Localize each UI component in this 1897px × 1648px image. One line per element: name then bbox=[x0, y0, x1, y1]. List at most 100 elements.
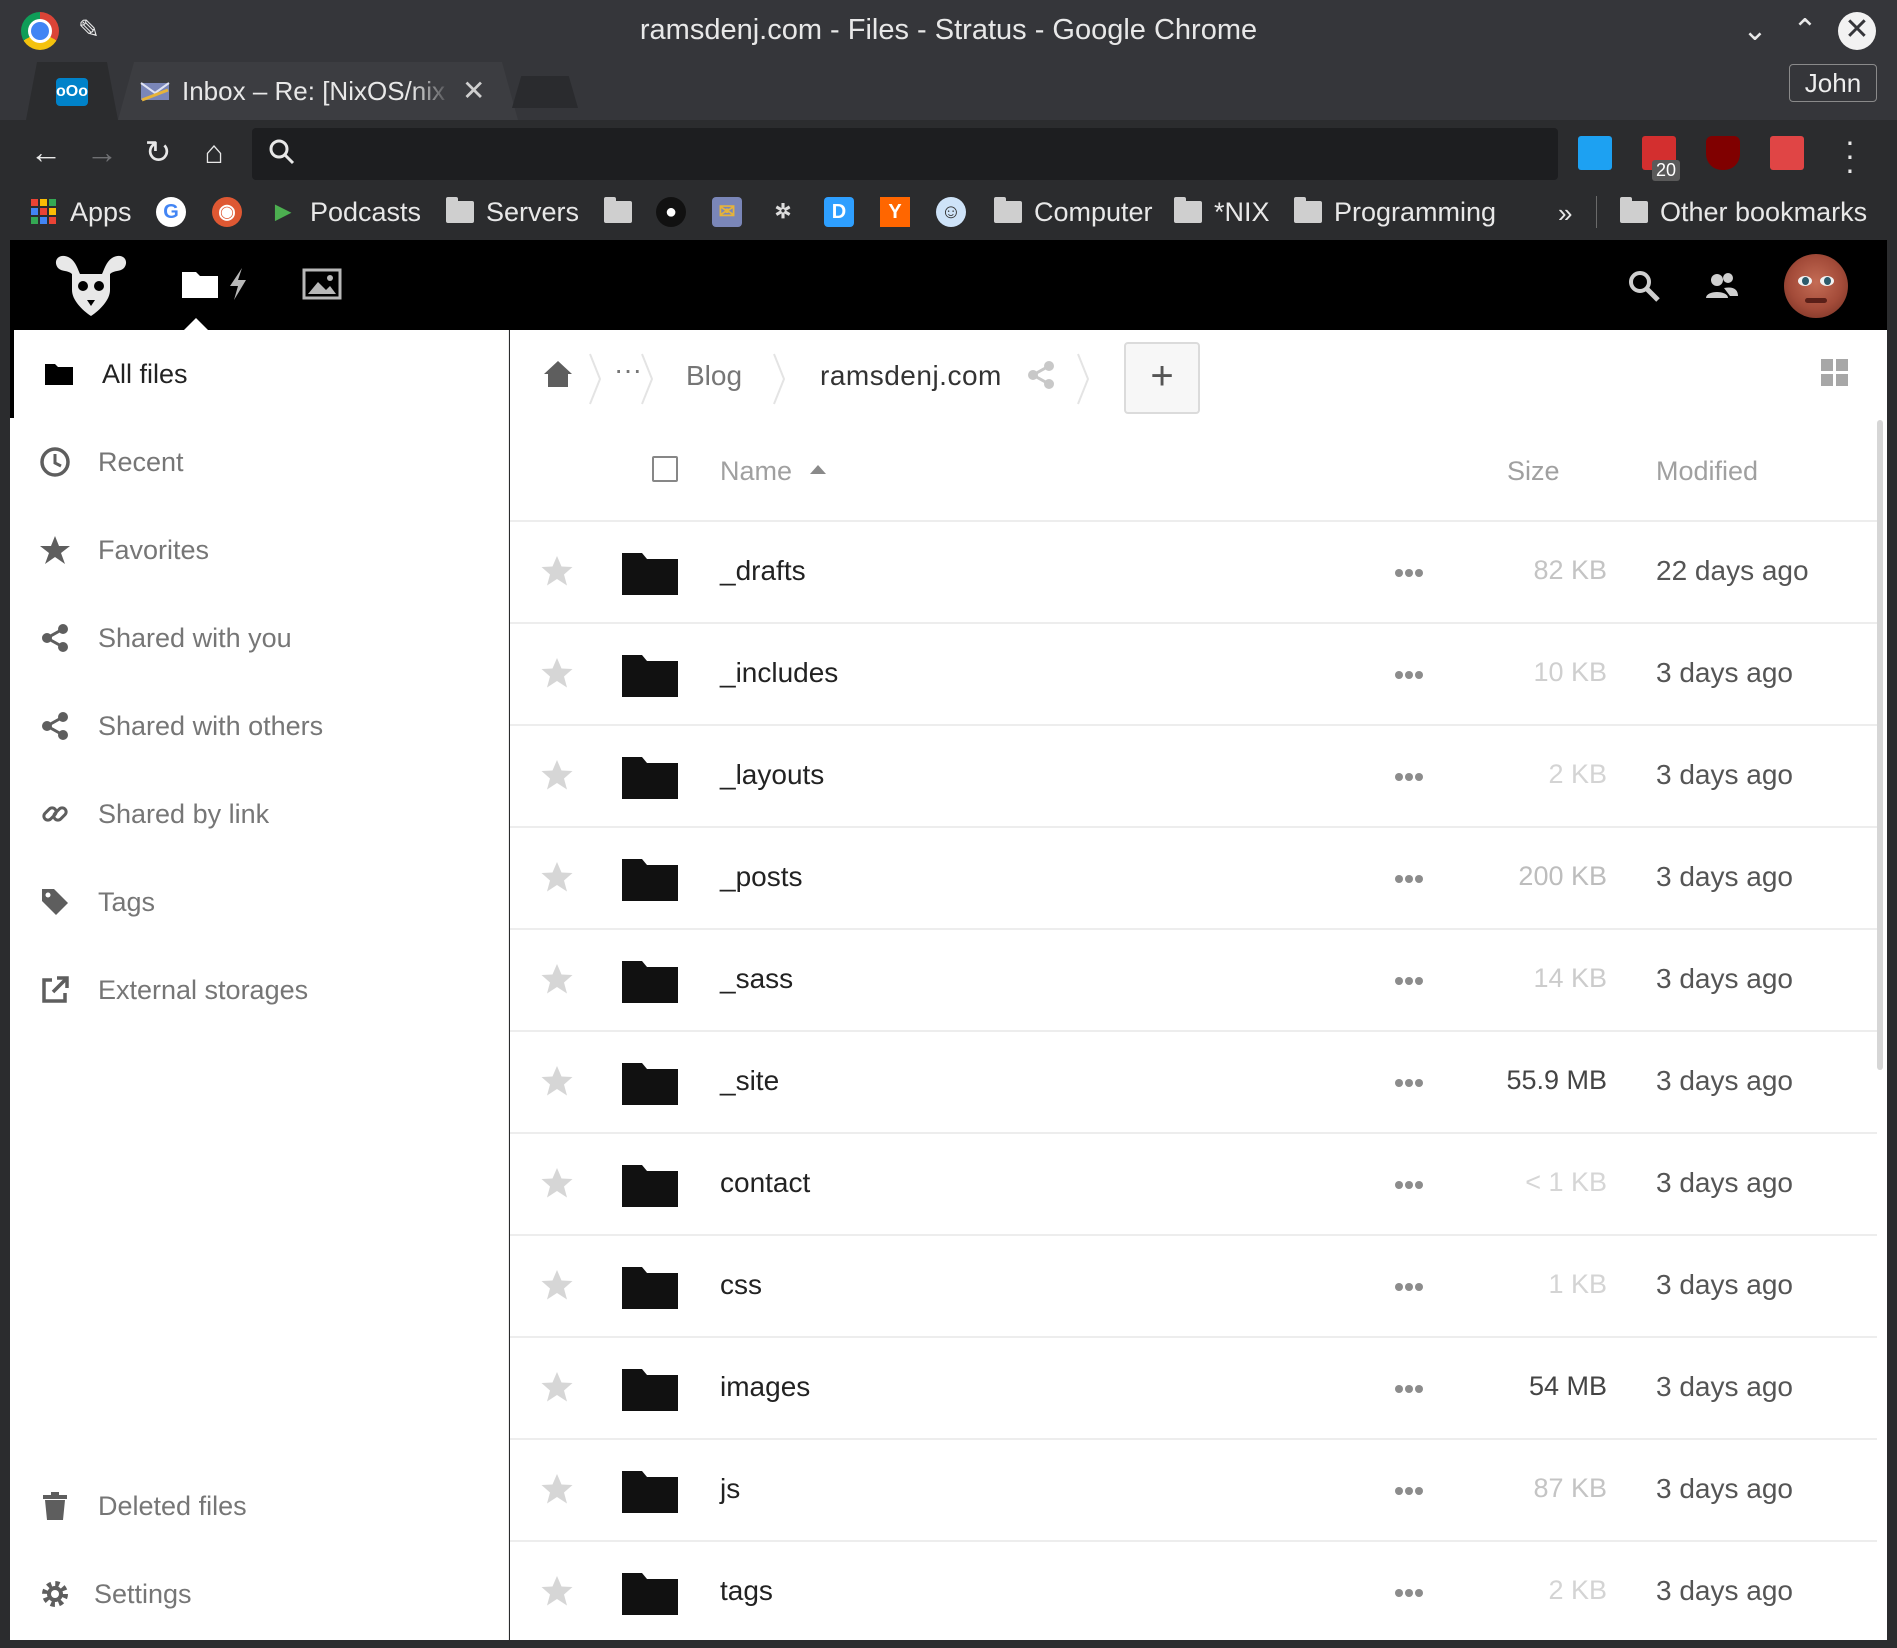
file-name[interactable]: images bbox=[720, 1371, 810, 1403]
search-icon[interactable] bbox=[1626, 268, 1662, 304]
nav-shared-with-you[interactable]: Shared with you bbox=[10, 594, 509, 682]
file-actions-menu-icon[interactable] bbox=[1394, 764, 1424, 790]
file-actions-menu-icon[interactable] bbox=[1394, 662, 1424, 688]
ram-skull-logo-icon[interactable] bbox=[50, 250, 132, 320]
favorite-star-icon[interactable] bbox=[540, 860, 574, 894]
favorite-star-icon[interactable] bbox=[540, 1574, 574, 1608]
file-name[interactable]: css bbox=[720, 1269, 762, 1301]
file-name[interactable]: js bbox=[720, 1473, 740, 1505]
file-name[interactable]: _includes bbox=[720, 657, 838, 689]
grid-view-icon[interactable] bbox=[1820, 358, 1850, 388]
column-header-modified[interactable]: Modified bbox=[1656, 456, 1758, 487]
user-avatar[interactable] bbox=[1784, 254, 1848, 318]
table-row[interactable]: tags 2 KB 3 days ago bbox=[510, 1542, 1877, 1644]
table-row[interactable]: css 1 KB 3 days ago bbox=[510, 1236, 1877, 1338]
favorite-star-icon[interactable] bbox=[540, 656, 574, 690]
close-window-icon[interactable]: ✕ bbox=[1838, 12, 1876, 50]
table-row[interactable]: _drafts 82 KB 22 days ago bbox=[510, 522, 1877, 624]
gallery-app-icon[interactable] bbox=[300, 264, 344, 304]
file-actions-menu-icon[interactable] bbox=[1394, 560, 1424, 586]
breadcrumb-ellipsis[interactable]: ··· bbox=[614, 354, 642, 386]
favorite-star-icon[interactable] bbox=[540, 962, 574, 996]
table-row[interactable]: _site 55.9 MB 3 days ago bbox=[510, 1032, 1877, 1134]
nav-recent[interactable]: Recent bbox=[10, 418, 509, 506]
back-icon[interactable]: ← bbox=[26, 132, 66, 172]
bookmark-disqus[interactable]: D bbox=[824, 194, 854, 230]
contacts-icon[interactable] bbox=[1704, 268, 1740, 304]
nav-shared-with-others[interactable]: Shared with others bbox=[10, 682, 509, 770]
file-name[interactable]: contact bbox=[720, 1167, 810, 1199]
file-name[interactable]: tags bbox=[720, 1575, 773, 1607]
maximize-icon[interactable]: ⌃ bbox=[1786, 12, 1824, 50]
file-actions-menu-icon[interactable] bbox=[1394, 1274, 1424, 1300]
file-name[interactable]: _layouts bbox=[720, 759, 824, 791]
file-actions-menu-icon[interactable] bbox=[1394, 1376, 1424, 1402]
favorite-star-icon[interactable] bbox=[540, 758, 574, 792]
table-row[interactable]: images 54 MB 3 days ago bbox=[510, 1338, 1877, 1440]
bookmark-reddit[interactable]: ☺ bbox=[936, 194, 966, 230]
nav-tags[interactable]: Tags bbox=[10, 858, 509, 946]
bookmark-folder[interactable] bbox=[604, 194, 644, 230]
tab-close-icon[interactable]: ✕ bbox=[462, 74, 485, 107]
more-bookmarks-button[interactable]: » bbox=[1558, 198, 1572, 229]
nav-deleted-files[interactable]: Deleted files bbox=[10, 1462, 509, 1550]
favorite-star-icon[interactable] bbox=[540, 1268, 574, 1302]
select-all-checkbox[interactable] bbox=[652, 456, 678, 482]
bookmark-other[interactable]: Other bookmarks bbox=[1620, 194, 1867, 230]
minimize-icon[interactable]: ⌄ bbox=[1736, 12, 1774, 50]
bookmark-computer[interactable]: Computer bbox=[994, 194, 1153, 230]
nav-all-files[interactable]: All files bbox=[10, 330, 509, 418]
bookmark-github[interactable]: ● bbox=[656, 194, 686, 230]
pdf-extension-icon[interactable] bbox=[1770, 136, 1804, 170]
table-row[interactable]: _sass 14 KB 3 days ago bbox=[510, 930, 1877, 1032]
file-name[interactable]: _drafts bbox=[720, 555, 806, 587]
table-row[interactable]: contact < 1 KB 3 days ago bbox=[510, 1134, 1877, 1236]
table-row[interactable]: js 87 KB 3 days ago bbox=[510, 1440, 1877, 1542]
bookmark-ram[interactable]: ✲ bbox=[768, 194, 798, 230]
scrollbar[interactable] bbox=[1877, 420, 1883, 1070]
bookmark-google[interactable]: G bbox=[156, 194, 186, 230]
column-header-name[interactable]: Name bbox=[720, 456, 827, 487]
nav-shared-by-link[interactable]: Shared by link bbox=[10, 770, 509, 858]
activity-app-icon[interactable] bbox=[216, 264, 260, 304]
favorite-star-icon[interactable] bbox=[540, 554, 574, 588]
new-tab-button[interactable] bbox=[512, 76, 578, 108]
table-row[interactable]: _layouts 2 KB 3 days ago bbox=[510, 726, 1877, 828]
bookmark-servers[interactable]: Servers bbox=[446, 194, 579, 230]
nav-settings[interactable]: Settings bbox=[10, 1550, 509, 1638]
bookmark-duckduckgo[interactable]: ◉ bbox=[212, 194, 242, 230]
bookmark-programming[interactable]: Programming bbox=[1294, 194, 1496, 230]
favorite-star-icon[interactable] bbox=[540, 1472, 574, 1506]
reload-icon[interactable]: ↻ bbox=[138, 132, 178, 172]
file-actions-menu-icon[interactable] bbox=[1394, 1580, 1424, 1606]
profile-button[interactable]: John bbox=[1789, 64, 1877, 102]
file-actions-menu-icon[interactable] bbox=[1394, 1478, 1424, 1504]
file-actions-menu-icon[interactable] bbox=[1394, 968, 1424, 994]
file-actions-menu-icon[interactable] bbox=[1394, 866, 1424, 892]
ublock-icon[interactable] bbox=[1706, 136, 1740, 170]
file-name[interactable]: _sass bbox=[720, 963, 793, 995]
file-actions-menu-icon[interactable] bbox=[1394, 1070, 1424, 1096]
favorite-star-icon[interactable] bbox=[540, 1370, 574, 1404]
forward-icon[interactable]: → bbox=[82, 132, 122, 172]
breadcrumb-blog[interactable]: Blog bbox=[686, 360, 742, 392]
file-name[interactable]: _site bbox=[720, 1065, 779, 1097]
table-row[interactable]: _posts 200 KB 3 days ago bbox=[510, 828, 1877, 930]
file-actions-menu-icon[interactable] bbox=[1394, 1172, 1424, 1198]
favorite-star-icon[interactable] bbox=[540, 1166, 574, 1200]
nav-external-storages[interactable]: External storages bbox=[10, 946, 509, 1034]
home-icon[interactable]: ⌂ bbox=[194, 132, 234, 172]
extension-cloud-icon[interactable] bbox=[1578, 136, 1612, 170]
bookmark-nix[interactable]: *NIX bbox=[1174, 194, 1270, 230]
bookmark-mail[interactable]: ✉ bbox=[712, 194, 742, 230]
chrome-menu-icon[interactable]: · · · bbox=[1840, 125, 1860, 185]
favorite-star-icon[interactable] bbox=[540, 1064, 574, 1098]
nav-favorites[interactable]: Favorites bbox=[10, 506, 509, 594]
new-button[interactable]: + bbox=[1124, 342, 1200, 414]
home-icon[interactable] bbox=[542, 358, 574, 390]
column-header-size[interactable]: Size bbox=[1507, 456, 1560, 487]
address-bar[interactable] bbox=[252, 128, 1558, 180]
bookmark-apps[interactable]: Apps bbox=[30, 194, 132, 230]
bookmark-hackernews[interactable]: Y bbox=[880, 194, 910, 230]
share-icon[interactable] bbox=[1026, 360, 1056, 390]
